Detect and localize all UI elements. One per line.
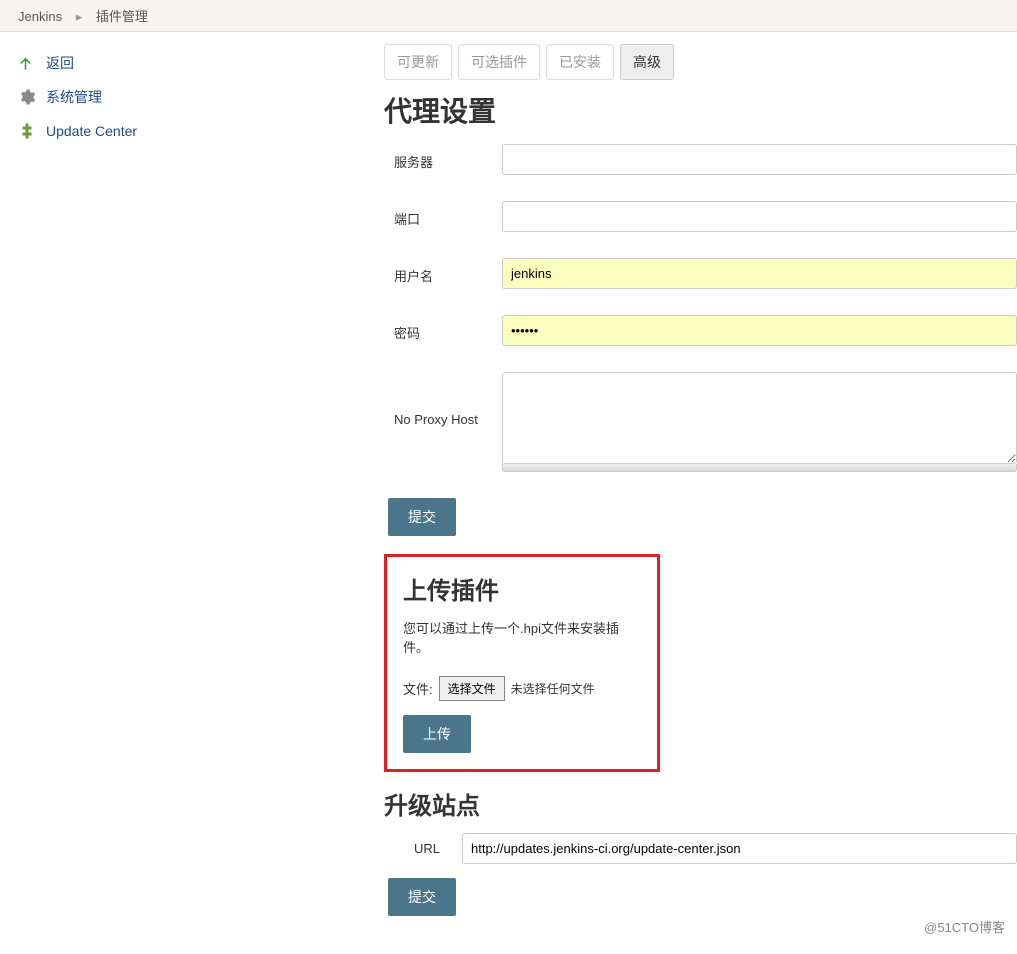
username-label: 用户名 bbox=[394, 258, 502, 285]
tabs: 可更新 可选插件 已安装 高级 bbox=[384, 44, 1017, 80]
port-input[interactable] bbox=[502, 201, 1017, 232]
noproxy-label: No Proxy Host bbox=[394, 372, 502, 427]
sidebar-item-label: 返回 bbox=[46, 53, 74, 73]
plugin-icon bbox=[16, 121, 38, 141]
port-label: 端口 bbox=[394, 201, 502, 228]
resize-handle-icon[interactable] bbox=[502, 464, 1017, 472]
proxy-submit-button[interactable]: 提交 bbox=[388, 498, 456, 536]
sidebar-item-update-center[interactable]: Update Center bbox=[0, 114, 380, 148]
sidebar: 返回 系统管理 Update Center bbox=[0, 32, 380, 954]
watermark: @51CTO博客 bbox=[924, 917, 1005, 936]
upload-section: 上传插件 您可以通过上传一个.hpi文件来安装插件。 文件: 选择文件 未选择任… bbox=[384, 554, 660, 772]
password-label: 密码 bbox=[394, 315, 502, 342]
upload-help: 您可以通过上传一个.hpi文件来安装插件。 bbox=[403, 618, 641, 656]
upload-button[interactable]: 上传 bbox=[403, 715, 471, 753]
sidebar-item-system[interactable]: 系统管理 bbox=[0, 80, 380, 114]
tab-updatable[interactable]: 可更新 bbox=[384, 44, 452, 80]
chevron-right-icon: ▸ bbox=[76, 9, 83, 24]
site-submit-button[interactable]: 提交 bbox=[388, 878, 456, 916]
sidebar-item-label: 系统管理 bbox=[46, 87, 102, 107]
sidebar-item-back[interactable]: 返回 bbox=[0, 46, 380, 80]
file-status: 未选择任何文件 bbox=[511, 680, 595, 697]
server-input[interactable] bbox=[502, 144, 1017, 175]
tab-advanced[interactable]: 高级 bbox=[620, 44, 674, 80]
tab-available[interactable]: 可选插件 bbox=[458, 44, 540, 80]
tab-installed[interactable]: 已安装 bbox=[546, 44, 614, 80]
sidebar-item-label: Update Center bbox=[46, 123, 137, 139]
username-input[interactable] bbox=[502, 258, 1017, 289]
password-input[interactable] bbox=[502, 315, 1017, 346]
gear-icon bbox=[16, 87, 38, 107]
file-label: 文件: bbox=[403, 679, 433, 698]
url-input[interactable] bbox=[462, 833, 1017, 864]
breadcrumb-current[interactable]: 插件管理 bbox=[96, 9, 148, 24]
breadcrumb-root[interactable]: Jenkins bbox=[18, 9, 62, 24]
upload-title: 上传插件 bbox=[403, 571, 641, 606]
main-content: 可更新 可选插件 已安装 高级 代理设置 服务器 端口 用户名 密码 No Pr… bbox=[380, 32, 1017, 954]
proxy-title: 代理设置 bbox=[384, 90, 1017, 130]
server-label: 服务器 bbox=[394, 144, 502, 171]
noproxy-textarea[interactable] bbox=[502, 372, 1017, 464]
choose-file-button[interactable]: 选择文件 bbox=[439, 676, 505, 701]
site-title: 升级站点 bbox=[384, 786, 1017, 821]
url-label: URL bbox=[414, 841, 462, 856]
back-arrow-icon bbox=[16, 53, 38, 73]
breadcrumb: Jenkins ▸ 插件管理 bbox=[0, 0, 1017, 32]
